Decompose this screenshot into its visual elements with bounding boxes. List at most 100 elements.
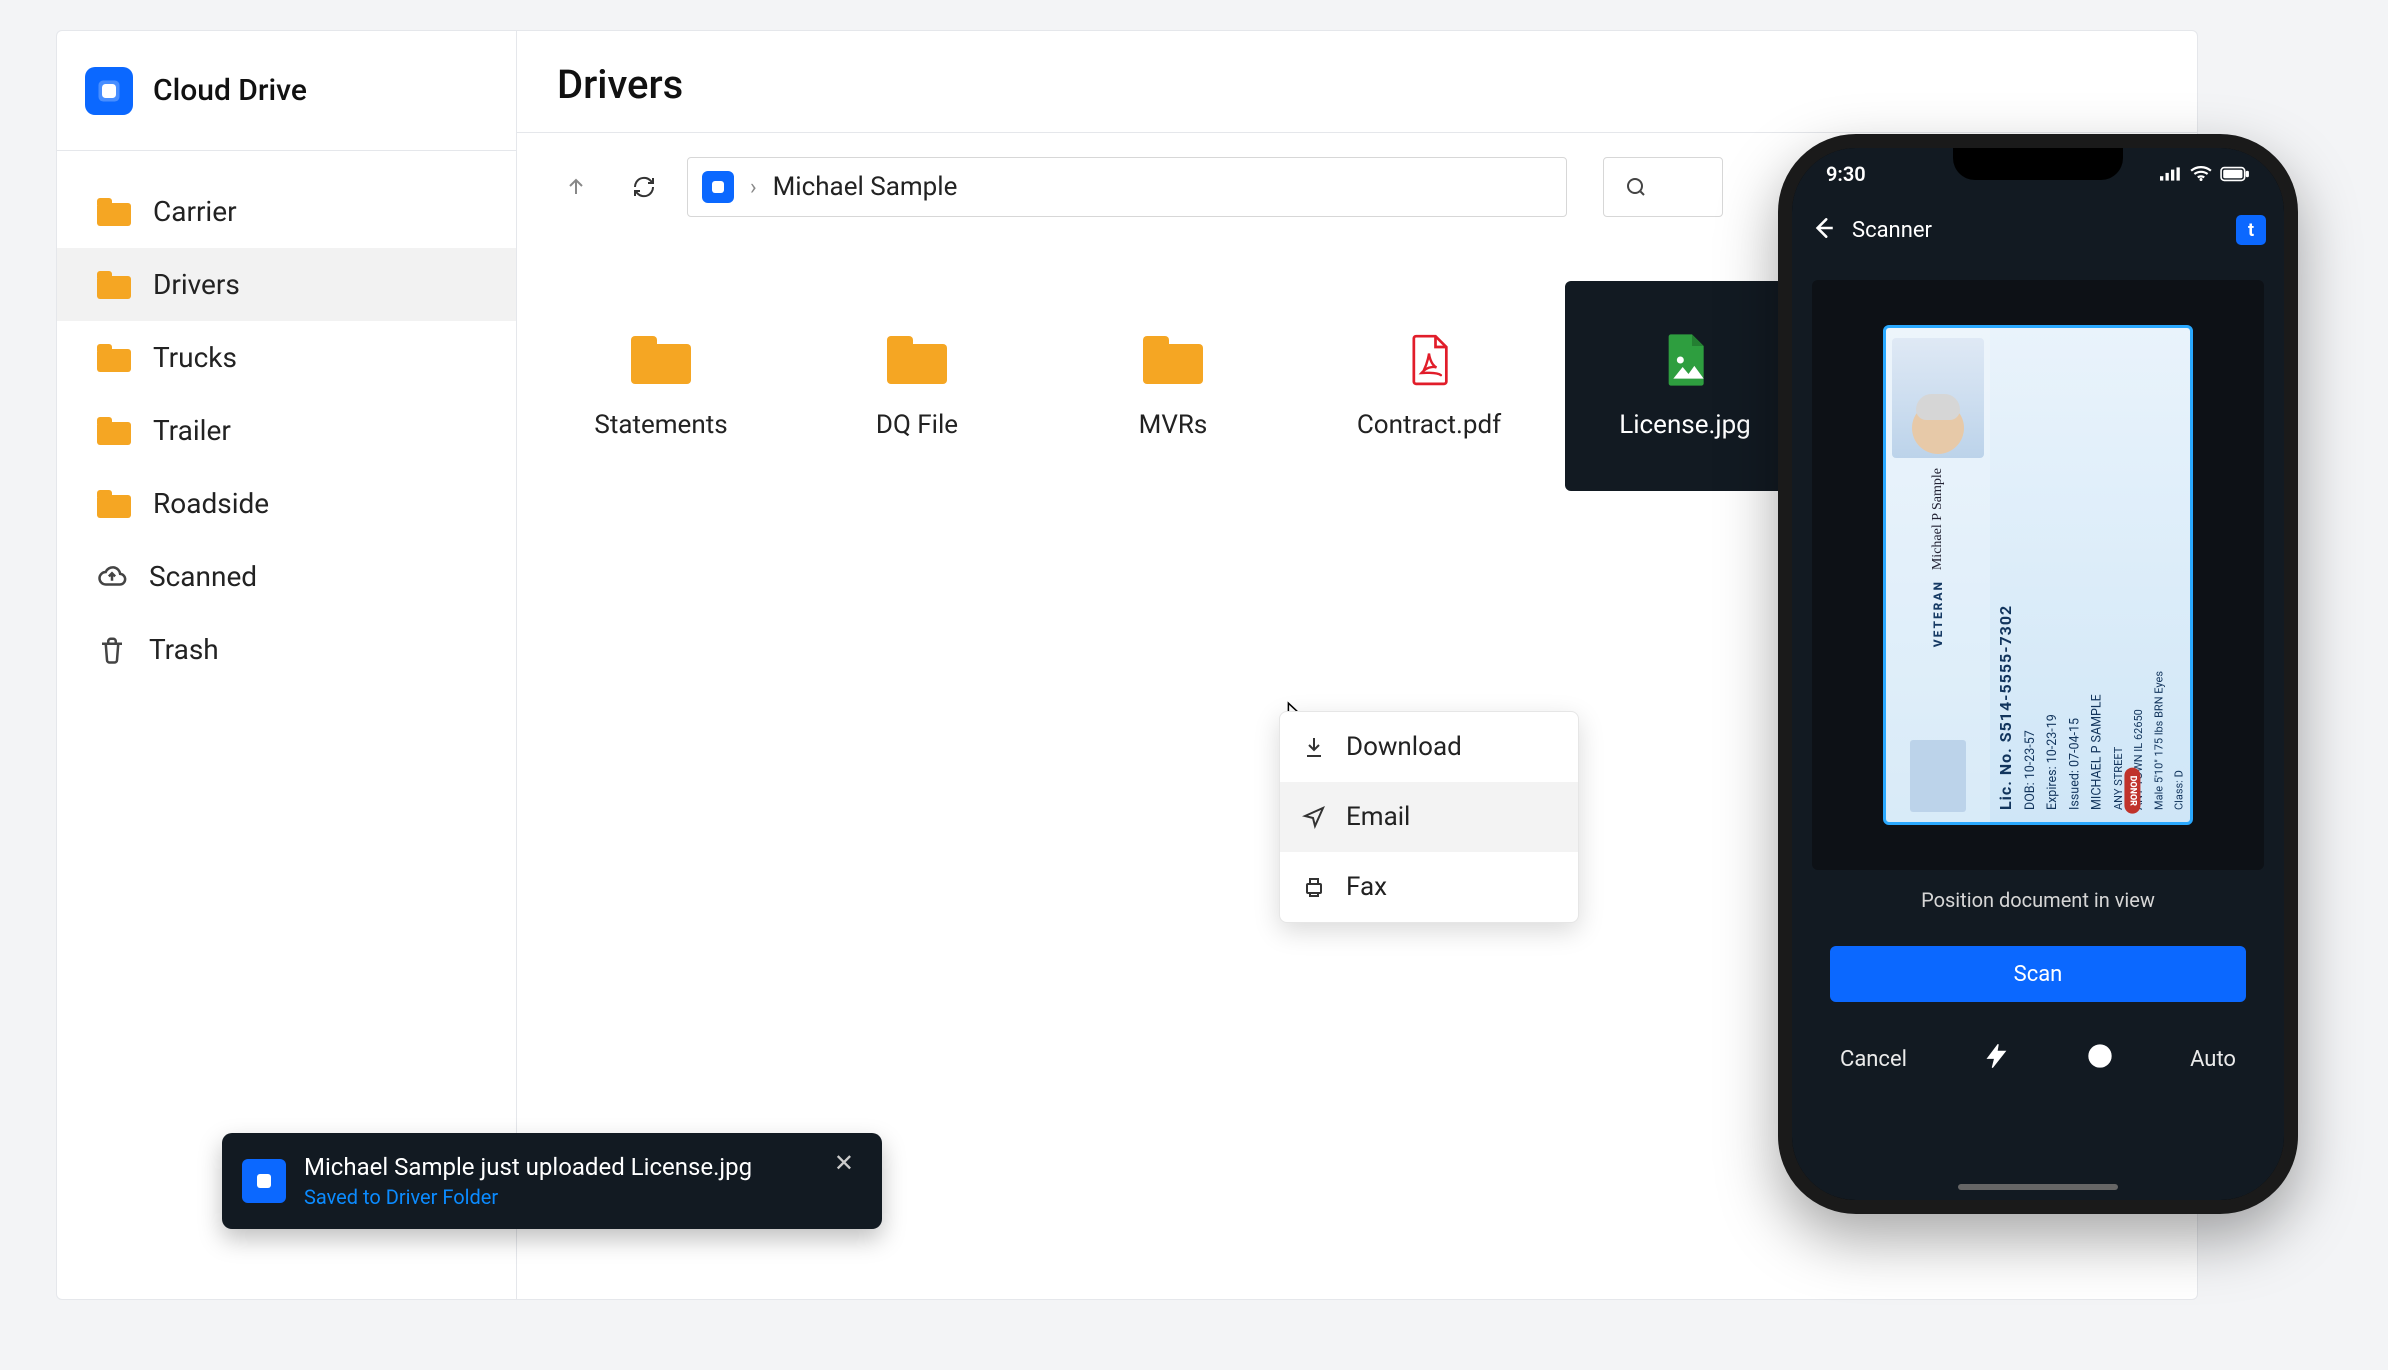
toast-close-button[interactable]: ✕ xyxy=(826,1143,862,1183)
refresh-button[interactable] xyxy=(619,162,669,212)
phone-screen: 9:30 Scanner t Michael P Sam xyxy=(1792,148,2284,1200)
id-donor: DONOR xyxy=(2124,768,2140,814)
sidebar-item-trash[interactable]: Trash xyxy=(57,613,516,686)
flash-icon xyxy=(1983,1042,2011,1070)
phone-mute-switch xyxy=(1778,378,1780,438)
phone-power-button xyxy=(2296,448,2298,588)
aperture-icon xyxy=(2086,1042,2114,1070)
flash-button[interactable] xyxy=(1983,1042,2011,1076)
image-file-icon xyxy=(1655,332,1715,388)
context-menu-email[interactable]: Email xyxy=(1280,782,1578,852)
sidebar: Cloud Drive Carrier Drivers Trucks Trail… xyxy=(57,31,517,1299)
id-street: ANY STREET xyxy=(2112,340,2126,810)
brand-icon xyxy=(242,1159,286,1203)
sidebar-item-label: Trucks xyxy=(153,341,237,374)
id-city: ANY TOWN IL 62650 xyxy=(2132,340,2146,810)
sidebar-item-trucks[interactable]: Trucks xyxy=(57,321,516,394)
toast-title: Michael Sample just uploaded License.jpg xyxy=(304,1153,808,1181)
fax-icon xyxy=(1302,875,1326,899)
brand-icon xyxy=(85,67,133,115)
id-photo-small xyxy=(1910,740,1966,812)
file-license-jpg[interactable]: License.jpg xyxy=(1565,281,1805,491)
up-button[interactable] xyxy=(551,162,601,212)
folder-icon xyxy=(97,417,131,445)
scanner-viewport[interactable]: Michael P Sample VETERAN Lic. No. S514-5… xyxy=(1812,280,2264,870)
cancel-button[interactable]: Cancel xyxy=(1840,1047,1907,1072)
auto-button[interactable]: Auto xyxy=(2190,1047,2236,1072)
toast-subtitle[interactable]: Saved to Driver Folder xyxy=(304,1185,808,1209)
folder-icon xyxy=(97,490,131,518)
id-expires: Expires: 10-23-19 xyxy=(2045,340,2061,810)
trash-icon xyxy=(97,635,127,665)
folder-dq-file[interactable]: DQ File xyxy=(797,281,1037,491)
brand: Cloud Drive xyxy=(57,31,516,151)
file-label: MVRs xyxy=(1139,410,1208,440)
id-photo xyxy=(1892,338,1984,458)
file-contract-pdf[interactable]: Contract.pdf xyxy=(1309,281,1549,491)
battery-icon xyxy=(2220,166,2250,182)
scan-button[interactable]: Scan xyxy=(1830,946,2246,1002)
shutter-mode-button[interactable] xyxy=(2086,1042,2114,1076)
scanner-area: Michael P Sample VETERAN Lic. No. S514-5… xyxy=(1792,260,2284,1200)
folder-icon xyxy=(97,198,131,226)
brand-title: Cloud Drive xyxy=(153,73,307,108)
phone-volume-up xyxy=(1778,468,1780,568)
upload-toast: Michael Sample just uploaded License.jpg… xyxy=(222,1133,882,1229)
sidebar-item-label: Scanned xyxy=(149,560,257,593)
sidebar-item-trailer[interactable]: Trailer xyxy=(57,394,516,467)
sidebar-item-label: Carrier xyxy=(153,195,237,228)
folder-statements[interactable]: Statements xyxy=(541,281,781,491)
sidebar-item-drivers[interactable]: Drivers xyxy=(57,248,516,321)
app-badge-icon[interactable]: t xyxy=(2236,215,2266,245)
breadcrumb-root-icon[interactable] xyxy=(702,171,734,203)
sidebar-item-label: Roadside xyxy=(153,487,269,520)
sidebar-item-label: Trash xyxy=(149,633,219,666)
file-label: Statements xyxy=(594,410,727,440)
status-time: 9:30 xyxy=(1826,162,1866,186)
sidebar-item-label: Trailer xyxy=(153,414,231,447)
phone-volume-down xyxy=(1778,588,1780,688)
sidebar-item-scanned[interactable]: Scanned xyxy=(57,540,516,613)
id-veteran: VETERAN xyxy=(1931,580,1945,647)
phone-mockup: 9:30 Scanner t Michael P Sam xyxy=(1778,134,2298,1214)
id-name: MICHAEL P SAMPLE xyxy=(2090,340,2106,810)
context-menu-label: Download xyxy=(1346,732,1462,762)
back-button[interactable] xyxy=(1810,215,1836,245)
sidebar-item-label: Drivers xyxy=(153,268,240,301)
context-menu-download[interactable]: Download xyxy=(1280,712,1578,782)
context-menu-fax[interactable]: Fax xyxy=(1280,852,1578,922)
page-title: Drivers xyxy=(517,31,2197,133)
scanner-hint: Position document in view xyxy=(1921,888,2155,912)
pdf-file-icon xyxy=(1399,332,1459,388)
folder-icon xyxy=(97,271,131,299)
folder-icon xyxy=(887,336,947,384)
folder-mvrs[interactable]: MVRs xyxy=(1053,281,1293,491)
phone-title: Scanner xyxy=(1852,218,1932,243)
download-icon xyxy=(1302,735,1326,759)
context-menu-label: Email xyxy=(1346,802,1410,832)
cloud-upload-icon xyxy=(97,562,127,592)
folder-icon xyxy=(1143,336,1203,384)
wifi-icon xyxy=(2190,166,2212,182)
signal-icon xyxy=(2160,166,2182,182)
file-label: License.jpg xyxy=(1619,410,1751,440)
phone-header: Scanner t xyxy=(1792,200,2284,260)
folder-icon xyxy=(97,344,131,372)
sidebar-item-roadside[interactable]: Roadside xyxy=(57,467,516,540)
id-issued: Issued: 07-04-15 xyxy=(2067,340,2083,810)
search-input[interactable] xyxy=(1603,157,1723,217)
breadcrumb-current: Michael Sample xyxy=(773,172,958,202)
id-phys: Male 5'10" 175 lbs BRN Eyes xyxy=(2152,340,2166,810)
id-class: Class: D xyxy=(2173,340,2187,810)
context-menu-label: Fax xyxy=(1346,872,1387,902)
phone-home-indicator[interactable] xyxy=(1958,1184,2118,1190)
sidebar-item-carrier[interactable]: Carrier xyxy=(57,175,516,248)
phone-status-bar: 9:30 xyxy=(1792,148,2284,200)
breadcrumb[interactable]: › Michael Sample xyxy=(687,157,1567,217)
id-lic-no: Lic. No. S514-5555-7302 xyxy=(1996,340,2017,810)
scanned-id-preview: Michael P Sample VETERAN Lic. No. S514-5… xyxy=(1883,325,2193,825)
sidebar-nav: Carrier Drivers Trucks Trailer Roadside … xyxy=(57,151,516,710)
id-signature: Michael P Sample xyxy=(1930,468,1946,570)
folder-icon xyxy=(631,336,691,384)
id-dob: DOB: 10-23-57 xyxy=(2023,340,2039,810)
